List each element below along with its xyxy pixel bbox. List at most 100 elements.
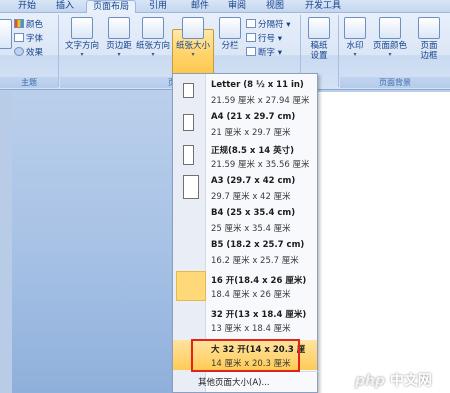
tab-view[interactable]: 视图 [260,0,290,13]
more-page-sizes-item[interactable]: 其他页面大小(A)... [198,376,270,388]
page-color-icon [379,17,401,39]
theme-colors-button[interactable]: 颜色 [14,19,43,31]
page-size-icon [182,17,204,39]
item-name: B5 (18.2 x 25.7 cm) [211,240,305,250]
item-dims: 21.59 厘米 x 27.94 厘米 [211,96,310,106]
hyphenation-label: 断字 [258,48,276,58]
item-name: 32 开(13 x 18.4 厘米) [211,310,307,320]
text-direction-label: 文字方向 [64,41,99,51]
margins-button[interactable]: 页边距 ▾ [104,17,134,58]
margins-icon [108,17,130,39]
page-color-button[interactable]: 页面颜色 ▾ [370,17,410,58]
item-name: 正规(8.5 x 14 英寸) [211,146,295,156]
columns-button[interactable]: 分栏 [216,17,244,51]
line-numbers-label: 行号 [258,34,276,44]
breaks-button[interactable]: 分隔符 ▾ [246,19,290,31]
themes-button[interactable] [0,19,12,51]
item-dims: 21.59 厘米 x 35.56 厘米 [211,160,310,170]
fonts-icon [14,33,24,42]
ribbon-tab-row: 开始 插入 页面布局 引用 邮件 审阅 视图 开发工具 [0,0,450,14]
draft-settings-label-1: 稿纸 [310,41,328,51]
menu-item-b5[interactable]: B5 (18.2 x 25.7 cm) 16.2 厘米 x 25.7 厘米 [173,237,317,269]
draft-settings-button[interactable]: 稿纸 设置 [304,17,334,61]
theme-colors-label: 颜色 [26,20,44,30]
site-watermark: php 中文网 [355,370,432,390]
size-label: 纸张大小 [175,41,210,51]
theme-effects-label: 效果 [26,48,44,58]
margins-label: 页边距 [106,41,132,51]
orientation-button[interactable]: 纸张方向 ▾ [134,17,172,58]
watermark-php: php [355,373,386,389]
group-label-themes: 主题 [0,77,58,88]
orientation-label: 纸张方向 [135,41,170,51]
menu-item-16k[interactable]: 16 开(18.4 x 26 厘米) 18.4 厘米 x 26 厘米 [173,271,317,303]
hyphenation-icon [246,47,256,56]
item-name: 16 开(18.4 x 26 厘米) [211,276,307,286]
page-color-label: 页面颜色 [372,41,407,51]
columns-icon [219,17,241,39]
item-dims: 16.2 厘米 x 25.7 厘米 [211,256,299,266]
item-name: A3 (29.7 x 42 cm) [211,176,296,186]
chevron-down-icon: ▾ [117,51,121,58]
group-label-page-background: 页面背景 [340,77,450,88]
item-dims: 13 厘米 x 18.4 厘米 [211,324,291,334]
chevron-down-icon: ▾ [151,51,155,58]
chevron-down-icon: ▾ [191,51,195,58]
item-dims: 21 厘米 x 29.7 厘米 [211,128,291,138]
page-borders-button[interactable]: 页面 边框 [414,17,444,61]
watermark-cn: 中文网 [389,373,432,389]
paper-icon [183,114,194,131]
paper-icon [183,83,194,98]
theme-fonts-label: 字体 [26,34,44,44]
text-direction-icon [71,17,93,39]
chevron-down-icon: ▾ [388,51,392,58]
columns-label: 分栏 [221,41,239,51]
page-borders-label-2: 边框 [420,51,438,61]
tab-developer[interactable]: 开发工具 [300,0,346,13]
tab-references[interactable]: 引用 [143,0,173,13]
item-dims: 29.7 厘米 x 42 厘米 [211,192,291,202]
group-separator [58,15,59,87]
watermark-label: 水印 [346,41,364,51]
line-numbers-icon [246,33,256,42]
tab-insert[interactable]: 插入 [50,0,80,13]
tab-page-layout[interactable]: 页面布局 [86,0,136,14]
group-separator [338,15,339,87]
page-borders-icon [418,17,440,39]
themes-icon [0,19,12,49]
paper-icon [183,145,194,165]
item-dims: 18.4 厘米 x 26 厘米 [211,290,291,300]
watermark-button[interactable]: 水印 ▾ [342,17,368,58]
theme-fonts-button[interactable]: 字体 [14,33,43,45]
selected-size-icon [176,271,206,301]
tab-review[interactable]: 审阅 [222,0,252,13]
paper-icon [183,175,199,199]
theme-effects-button[interactable]: 效果 [14,47,43,59]
orientation-icon [142,17,164,39]
menu-item-a3[interactable]: A3 (29.7 x 42 cm) 29.7 厘米 x 42 厘米 [173,173,317,205]
menu-item-legal[interactable]: 正规(8.5 x 14 英寸) 21.59 厘米 x 35.56 厘米 [173,141,317,173]
chevron-down-icon: ▾ [353,51,357,58]
menu-item-letter[interactable]: Letter (8 ½ x 11 in) 21.59 厘米 x 27.94 厘米 [173,77,317,109]
highlight-box [191,339,300,372]
tab-mailings[interactable]: 邮件 [185,0,215,13]
colors-icon [14,19,24,28]
tab-home[interactable]: 开始 [10,0,44,13]
watermark-icon [344,17,366,39]
item-name: A4 (21 x 29.7 cm) [211,112,296,122]
hyphenation-button[interactable]: 断字 ▾ [246,47,282,59]
menu-item-32k[interactable]: 32 开(13 x 18.4 厘米) 13 厘米 x 18.4 厘米 [173,305,317,337]
text-direction-button[interactable]: 文字方向 ▾ [62,17,102,58]
effects-icon [14,47,24,56]
item-name: B4 (25 x 35.4 cm) [211,208,296,218]
item-name: Letter (8 ½ x 11 in) [211,80,304,90]
menu-item-a4[interactable]: A4 (21 x 29.7 cm) 21 厘米 x 29.7 厘米 [173,109,317,141]
line-numbers-button[interactable]: 行号 ▾ [246,33,282,45]
size-button-content[interactable]: 纸张大小 ▾ [172,17,214,58]
chevron-down-icon: ▾ [80,51,84,58]
document-page [300,92,450,393]
menu-item-b4[interactable]: B4 (25 x 35.4 cm) 25 厘米 x 35.4 厘米 [173,205,317,237]
draft-settings-label-2: 设置 [310,51,328,61]
breaks-label: 分隔符 [258,20,284,30]
item-dims: 25 厘米 x 35.4 厘米 [211,224,291,234]
